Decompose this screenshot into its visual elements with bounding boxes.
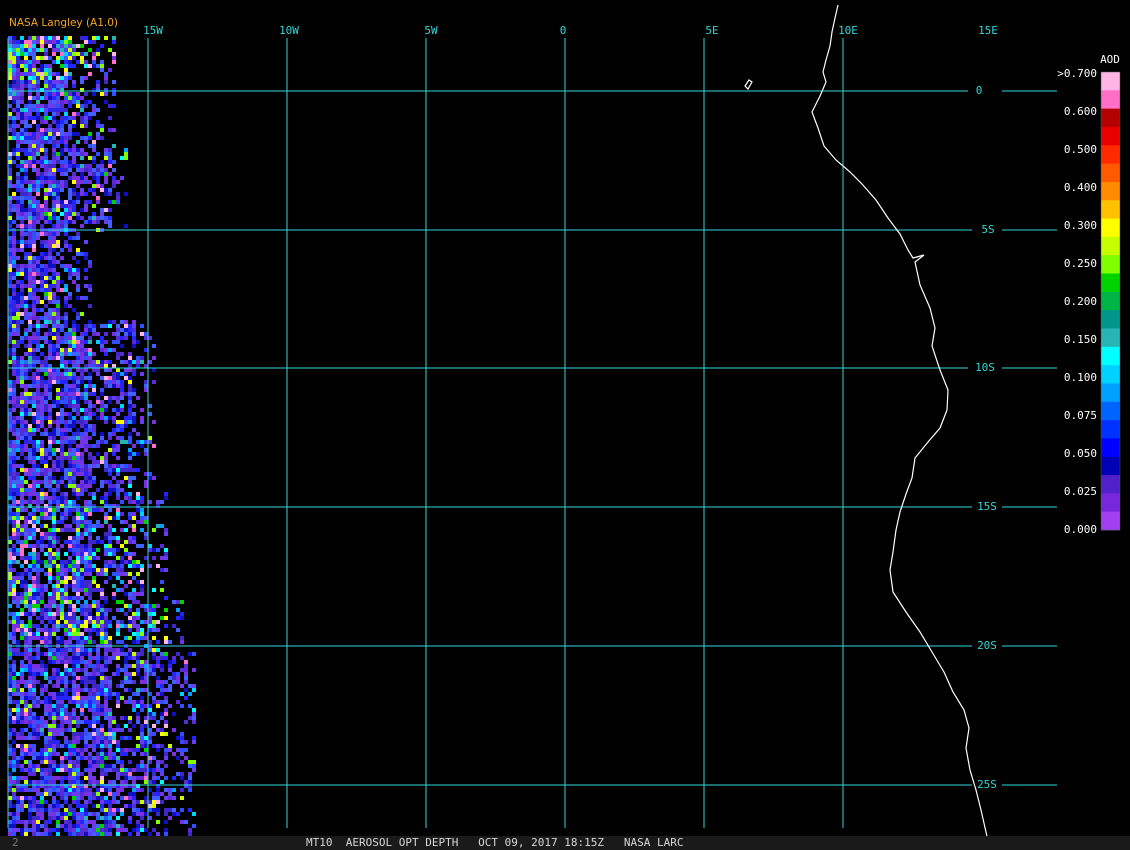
colorbar-cell bbox=[1101, 346, 1120, 366]
colorbar-cell bbox=[1101, 90, 1120, 110]
colorbar-cell bbox=[1101, 511, 1120, 531]
colorbar-title: AOD bbox=[1100, 53, 1120, 66]
colorbar-cell bbox=[1101, 108, 1120, 128]
colorbar-tick-label: 0.200 bbox=[1064, 295, 1097, 308]
colorbar-cell bbox=[1101, 163, 1120, 183]
colorbar-cell bbox=[1101, 145, 1120, 164]
colorbar-cell bbox=[1101, 236, 1120, 256]
lat-label: 0 bbox=[976, 84, 983, 97]
colorbar-cell bbox=[1101, 401, 1120, 421]
product-title: MT10 AEROSOL OPT DEPTH OCT 09, 2017 18:1… bbox=[306, 836, 684, 849]
frame-number: 2 bbox=[12, 836, 19, 849]
colorbar-cell bbox=[1101, 200, 1120, 219]
colorbar-tick-label: 0.025 bbox=[1064, 485, 1097, 498]
colorbar-cell bbox=[1101, 420, 1120, 439]
colorbar-cell bbox=[1101, 383, 1120, 403]
colorbar-tick-label: 0.600 bbox=[1064, 105, 1097, 118]
lon-label: 5E bbox=[705, 24, 718, 37]
lon-label: 15E bbox=[978, 24, 998, 37]
lat-label: 15S bbox=[977, 500, 997, 513]
lon-label: 0 bbox=[560, 24, 567, 37]
colorbar-tick-label: 0.500 bbox=[1064, 143, 1097, 156]
lat-label: 10S bbox=[975, 361, 995, 374]
colorbar-tick-label: 0.075 bbox=[1064, 409, 1097, 422]
colorbar-cell bbox=[1101, 126, 1120, 146]
status-bar: 2 MT10 AEROSOL OPT DEPTH OCT 09, 2017 18… bbox=[0, 836, 1130, 850]
colorbar-tick-label: 0.400 bbox=[1064, 181, 1097, 194]
colorbar-cell bbox=[1101, 255, 1120, 274]
colorbar-tick-label: 0.050 bbox=[1064, 447, 1097, 460]
colorbar-tick-label: 0.100 bbox=[1064, 371, 1097, 384]
colorbar-tick-label: 0.000 bbox=[1064, 523, 1097, 536]
colorbar-tick-label: 0.150 bbox=[1064, 333, 1097, 346]
colorbar-cell bbox=[1101, 328, 1120, 348]
colorbar-cell bbox=[1101, 438, 1120, 458]
colorbar-cell bbox=[1101, 475, 1120, 494]
colorbar-cell bbox=[1101, 493, 1120, 513]
colorbar-cell bbox=[1101, 181, 1120, 201]
lat-label: 25S bbox=[977, 778, 997, 791]
colorbar-tick-label: 0.300 bbox=[1064, 219, 1097, 232]
lon-label: 5W bbox=[424, 24, 438, 37]
colorbar-tick-label: >0.700 bbox=[1057, 67, 1097, 80]
aerosol-map: 15W 10W 5W 0 5E 10E 15E 0 5S 10S 15S 20S… bbox=[0, 0, 1130, 850]
colorbar-cell bbox=[1101, 72, 1120, 91]
colorbar-cells bbox=[1101, 72, 1120, 531]
lon-label: 10W bbox=[279, 24, 299, 37]
lat-label: 5S bbox=[981, 223, 994, 236]
source-label: NASA Langley (A1.0) bbox=[9, 17, 119, 29]
colorbar-cell bbox=[1101, 456, 1120, 476]
colorbar-tick-label: 0.250 bbox=[1064, 257, 1097, 270]
lat-label: 20S bbox=[977, 639, 997, 652]
colorbar-cell bbox=[1101, 273, 1120, 293]
lon-label: 10E bbox=[838, 24, 858, 37]
lon-label: 15W bbox=[143, 24, 163, 37]
colorbar-cell bbox=[1101, 291, 1120, 311]
colorbar-cell bbox=[1101, 365, 1120, 384]
colorbar-cell bbox=[1101, 218, 1120, 238]
colorbar-cell bbox=[1101, 310, 1120, 329]
